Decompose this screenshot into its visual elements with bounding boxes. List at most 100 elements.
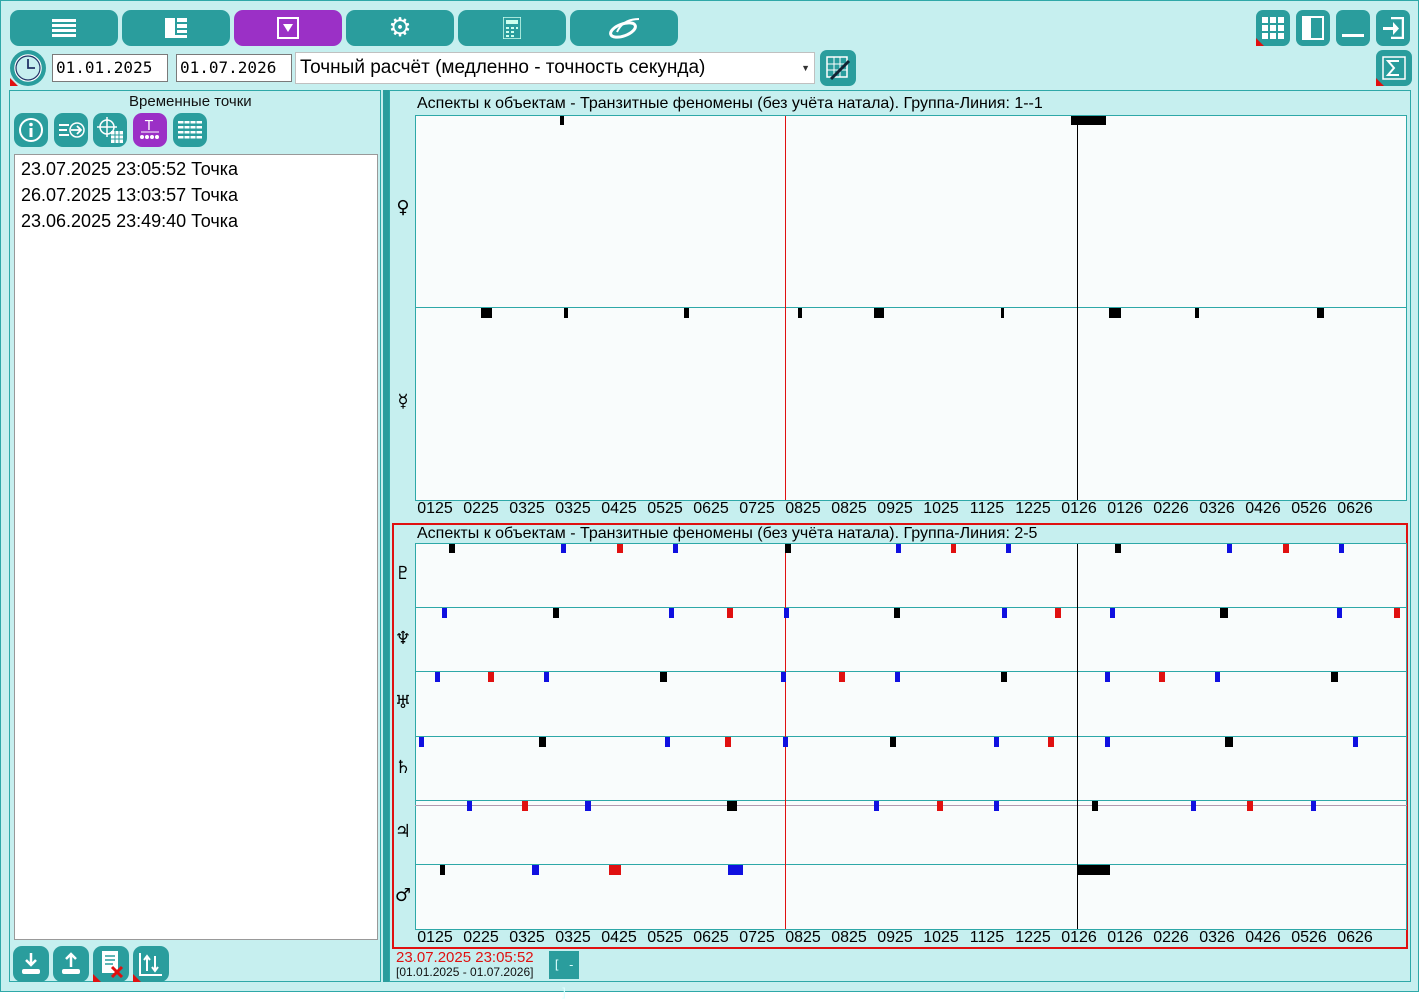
aspect-marker[interactable] <box>895 672 900 682</box>
aspect-marker[interactable] <box>1110 608 1115 618</box>
table-view-button[interactable] <box>173 113 207 147</box>
aspect-marker[interactable] <box>890 737 896 747</box>
aspect-marker[interactable] <box>1247 801 1253 811</box>
layout-button[interactable] <box>122 10 230 46</box>
pin-down-button[interactable] <box>13 946 49 982</box>
aspect-marker[interactable] <box>1225 737 1233 747</box>
aspect-marker[interactable] <box>561 544 566 553</box>
aspect-marker[interactable] <box>727 801 737 811</box>
aspect-marker[interactable] <box>783 737 788 747</box>
edit-table-button[interactable] <box>820 50 856 86</box>
time-point-item[interactable]: 23.06.2025 23:49:40 Точка <box>21 211 238 232</box>
menu-button[interactable] <box>10 10 118 46</box>
aspect-marker[interactable] <box>539 737 546 747</box>
minimize-button[interactable] <box>1336 10 1370 46</box>
aspect-marker[interactable] <box>1317 308 1324 318</box>
aspect-marker[interactable] <box>684 308 689 318</box>
filter-button[interactable] <box>234 10 342 46</box>
aspect-marker[interactable] <box>665 737 670 747</box>
time-point-item[interactable]: 26.07.2025 13:03:57 Точка <box>21 185 238 206</box>
aspect-marker[interactable] <box>1048 737 1054 747</box>
aspect-marker[interactable] <box>467 801 472 811</box>
sort-button[interactable] <box>133 946 169 982</box>
aspect-marker[interactable] <box>544 672 549 682</box>
aspect-marker[interactable] <box>1105 672 1110 682</box>
aspect-marker[interactable] <box>419 737 424 747</box>
target-grid-button[interactable] <box>93 113 127 147</box>
aspect-marker[interactable] <box>951 544 956 553</box>
aspect-marker[interactable] <box>725 737 731 747</box>
import-button[interactable] <box>54 113 88 147</box>
aspect-marker[interactable] <box>1002 608 1007 618</box>
aspect-marker[interactable] <box>669 608 674 618</box>
aspect-marker[interactable] <box>874 801 879 811</box>
calculation-mode-select[interactable]: Точный расчёт (медленно - точность секун… <box>295 52 815 84</box>
aspect-marker[interactable] <box>1109 308 1121 318</box>
aspect-marker[interactable] <box>673 544 678 553</box>
aspect-marker[interactable] <box>1195 308 1199 318</box>
panel-toggle-button[interactable] <box>1296 10 1330 46</box>
aspect-marker[interactable] <box>1311 801 1316 811</box>
aspect-marker[interactable] <box>727 608 733 618</box>
clock-button[interactable] <box>10 50 46 86</box>
time-point-item[interactable]: 23.07.2025 23:05:52 Точка <box>21 159 238 180</box>
aspect-marker[interactable] <box>560 116 564 125</box>
aspect-marker[interactable] <box>1394 608 1400 618</box>
date-to-field[interactable]: 01.07.2026 <box>176 54 292 82</box>
aspect-marker[interactable] <box>481 308 492 318</box>
time-points-list[interactable]: 23.07.2025 23:05:52 Точка 26.07.2025 13:… <box>14 154 378 940</box>
aspect-marker[interactable] <box>1071 116 1106 125</box>
aspect-marker[interactable] <box>522 801 528 811</box>
info-button[interactable] <box>14 113 48 147</box>
app-logo-button[interactable] <box>570 10 678 46</box>
sum-button[interactable] <box>1376 50 1412 86</box>
grid-view-button[interactable] <box>1256 10 1290 46</box>
aspect-marker[interactable] <box>1283 544 1289 553</box>
aspect-marker[interactable] <box>798 308 802 318</box>
aspect-marker[interactable] <box>1215 672 1220 682</box>
aspect-marker[interactable] <box>488 672 494 682</box>
aspect-marker[interactable] <box>1159 672 1165 682</box>
aspect-marker[interactable] <box>1353 737 1358 747</box>
aspect-marker[interactable] <box>553 608 559 618</box>
aspect-marker[interactable] <box>874 308 884 318</box>
aspect-marker[interactable] <box>994 737 999 747</box>
aspect-marker[interactable] <box>617 544 623 553</box>
aspect-marker[interactable] <box>894 608 900 618</box>
aspect-marker[interactable] <box>784 608 789 618</box>
calculator-button[interactable] <box>458 10 566 46</box>
aspect-marker[interactable] <box>1191 801 1196 811</box>
aspect-marker[interactable] <box>442 608 447 618</box>
aspect-marker[interactable] <box>1337 608 1342 618</box>
aspect-marker[interactable] <box>1331 672 1338 682</box>
aspect-marker[interactable] <box>435 672 440 682</box>
pin-up-button[interactable] <box>53 946 89 982</box>
aspect-marker[interactable] <box>1220 608 1228 618</box>
aspect-marker[interactable] <box>1115 544 1121 553</box>
aspect-marker[interactable] <box>1006 544 1011 553</box>
aspect-marker[interactable] <box>660 672 667 682</box>
collapse-button[interactable]: [ - ] <box>549 951 579 1000</box>
aspect-marker[interactable] <box>1227 544 1232 553</box>
aspect-marker[interactable] <box>781 672 786 682</box>
aspect-marker[interactable] <box>785 544 791 553</box>
settings-button[interactable]: ⚙ <box>346 10 454 46</box>
aspect-marker[interactable] <box>1001 672 1007 682</box>
aspect-marker[interactable] <box>937 801 943 811</box>
aspect-marker[interactable] <box>564 308 568 318</box>
aspect-marker[interactable] <box>1001 308 1004 318</box>
aspect-marker[interactable] <box>449 544 455 553</box>
text-points-button[interactable]: T <box>133 113 167 147</box>
aspect-marker[interactable] <box>994 801 999 811</box>
aspect-marker[interactable] <box>1078 865 1110 875</box>
aspect-marker[interactable] <box>532 865 539 875</box>
aspect-marker[interactable] <box>896 544 901 553</box>
date-from-field[interactable]: 01.01.2025 <box>52 54 168 82</box>
delete-list-button[interactable] <box>93 946 129 982</box>
aspect-marker[interactable] <box>585 801 591 811</box>
aspect-marker[interactable] <box>1339 544 1344 553</box>
exit-button[interactable] <box>1376 10 1410 46</box>
aspect-marker[interactable] <box>440 865 445 875</box>
aspect-marker[interactable] <box>1055 608 1061 618</box>
aspect-marker[interactable] <box>728 865 743 875</box>
